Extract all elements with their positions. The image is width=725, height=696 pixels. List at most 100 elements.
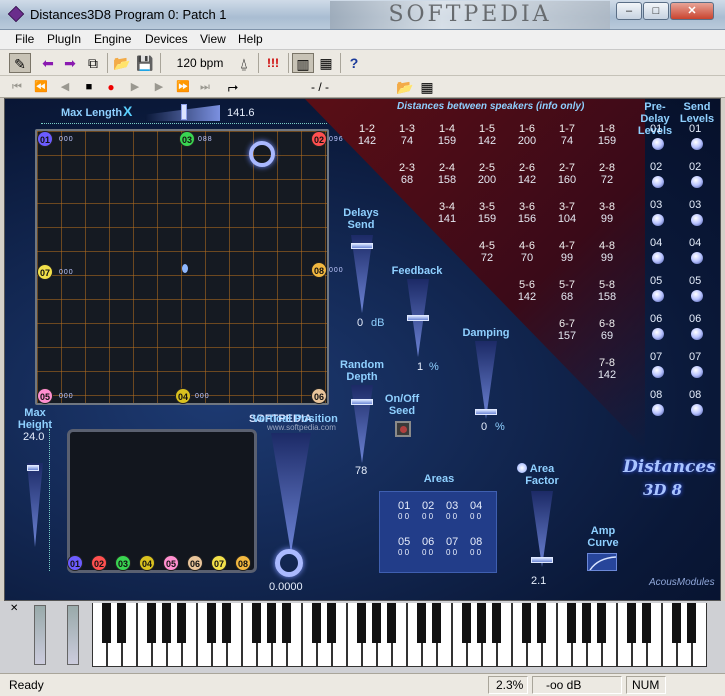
- area-item[interactable]: 06: [422, 536, 434, 548]
- open-folder-icon[interactable]: 📂: [112, 53, 132, 73]
- area-factor-slider[interactable]: [531, 491, 553, 567]
- predelay-level-knob-icon[interactable]: [652, 366, 664, 378]
- close-button[interactable]: ✕: [670, 2, 714, 20]
- black-key[interactable]: [147, 603, 156, 643]
- area-item[interactable]: 08: [470, 536, 482, 548]
- forward-arrow-icon[interactable]: ➡: [60, 53, 80, 73]
- black-key[interactable]: [477, 603, 486, 643]
- delays-send-handle[interactable]: [351, 243, 373, 249]
- area-factor-handle[interactable]: [531, 557, 553, 563]
- area-item[interactable]: 01: [398, 500, 410, 512]
- tempo-display[interactable]: 120 bpm: [170, 53, 230, 73]
- speaker-position-grid[interactable]: [35, 129, 329, 405]
- damping-slider[interactable]: [475, 341, 497, 419]
- open-folder-icon[interactable]: 📂: [396, 77, 414, 97]
- send-level-knob-icon[interactable]: [691, 404, 703, 416]
- black-key[interactable]: [492, 603, 501, 643]
- height-ring-icon[interactable]: [249, 141, 275, 167]
- max-length-handle[interactable]: [181, 104, 187, 120]
- area-item[interactable]: 03: [446, 500, 458, 512]
- black-key[interactable]: [537, 603, 546, 643]
- height-speaker-08[interactable]: 08: [235, 555, 251, 571]
- black-key[interactable]: [102, 603, 111, 643]
- height-speaker-04[interactable]: 04: [139, 555, 155, 571]
- height-speaker-01[interactable]: 01: [67, 555, 83, 571]
- loop-icon[interactable]: ⮣: [224, 77, 242, 97]
- black-key[interactable]: [207, 603, 216, 643]
- black-key[interactable]: [252, 603, 261, 643]
- random-depth-handle[interactable]: [351, 399, 373, 405]
- mod-wheel[interactable]: [67, 605, 79, 665]
- area-item[interactable]: 04: [470, 500, 482, 512]
- max-height-handle[interactable]: [27, 465, 39, 471]
- black-key[interactable]: [567, 603, 576, 643]
- areas-panel[interactable]: 01 0 0 05 0 0 02 0 0 06 0 0 03 0 0 07 0 0 04 0 0 08 0 0: [379, 491, 497, 573]
- vertical-position-slider[interactable]: [271, 433, 311, 553]
- black-key[interactable]: [312, 603, 321, 643]
- step-forward-icon[interactable]: ▶: [150, 77, 168, 97]
- pitch-wheel[interactable]: [34, 605, 46, 665]
- send-level-knob-icon[interactable]: [691, 138, 703, 150]
- listener-position[interactable]: [182, 264, 188, 273]
- amp-curve-button[interactable]: [587, 553, 617, 571]
- area-item[interactable]: 07: [446, 536, 458, 548]
- random-depth-slider[interactable]: [351, 385, 373, 463]
- area-item[interactable]: 05: [398, 536, 410, 548]
- predelay-level-knob-icon[interactable]: [652, 404, 664, 416]
- damping-handle[interactable]: [475, 409, 497, 415]
- close-keyboard-icon[interactable]: ✕: [10, 603, 18, 614]
- play-icon[interactable]: ▶: [126, 77, 144, 97]
- black-key[interactable]: [117, 603, 126, 643]
- height-view[interactable]: [67, 429, 257, 573]
- back-arrow-icon[interactable]: ⬅: [38, 53, 58, 73]
- record-icon[interactable]: ●: [102, 77, 120, 97]
- metronome-icon[interactable]: ⍙: [234, 53, 254, 73]
- black-key[interactable]: [267, 603, 276, 643]
- area-item[interactable]: 02: [422, 500, 434, 512]
- speaker-02[interactable]: 02: [311, 131, 327, 147]
- black-key[interactable]: [417, 603, 426, 643]
- height-speaker-03[interactable]: 03: [115, 555, 131, 571]
- send-level-knob-icon[interactable]: [691, 366, 703, 378]
- speaker-03[interactable]: 03: [179, 131, 195, 147]
- speaker-01[interactable]: 01: [37, 131, 53, 147]
- menu-help[interactable]: Help: [238, 32, 263, 46]
- menu-view[interactable]: View: [200, 32, 226, 46]
- send-level-knob-icon[interactable]: [691, 214, 703, 226]
- forward-end-icon[interactable]: ⏭: [196, 77, 214, 97]
- black-key[interactable]: [327, 603, 336, 643]
- black-key[interactable]: [162, 603, 171, 643]
- height-speaker-06[interactable]: 06: [187, 555, 203, 571]
- black-key[interactable]: [177, 603, 186, 643]
- black-key[interactable]: [642, 603, 651, 643]
- send-level-knob-icon[interactable]: [691, 328, 703, 340]
- rewind-start-icon[interactable]: ⏮: [8, 77, 26, 97]
- onoff-seed-toggle[interactable]: [395, 421, 411, 437]
- menu-devices[interactable]: Devices: [145, 32, 188, 46]
- maximize-button[interactable]: □: [643, 2, 669, 20]
- stop-icon[interactable]: ■: [80, 77, 98, 97]
- speaker-07[interactable]: 07: [37, 264, 53, 280]
- black-key[interactable]: [357, 603, 366, 643]
- predelay-level-knob-icon[interactable]: [652, 252, 664, 264]
- max-height-slider[interactable]: [27, 463, 43, 547]
- predelay-level-knob-icon[interactable]: [652, 214, 664, 226]
- black-key[interactable]: [372, 603, 381, 643]
- vertical-position-ring-icon[interactable]: [275, 549, 303, 577]
- height-speaker-02[interactable]: 02: [91, 555, 107, 571]
- menu-engine[interactable]: Engine: [94, 32, 131, 46]
- predelay-level-knob-icon[interactable]: [652, 176, 664, 188]
- speaker-05[interactable]: 05: [37, 388, 53, 404]
- rewind-icon[interactable]: ⏪: [32, 77, 50, 97]
- black-key[interactable]: [687, 603, 696, 643]
- black-key[interactable]: [627, 603, 636, 643]
- black-key[interactable]: [522, 603, 531, 643]
- black-key[interactable]: [387, 603, 396, 643]
- forward-icon[interactable]: ⏩: [174, 77, 192, 97]
- feedback-handle[interactable]: [407, 315, 429, 321]
- save-icon[interactable]: 💾: [135, 53, 155, 73]
- menu-file[interactable]: File: [15, 32, 34, 46]
- help-button[interactable]: ?: [344, 53, 364, 73]
- send-level-knob-icon[interactable]: [691, 252, 703, 264]
- predelay-level-knob-icon[interactable]: [652, 290, 664, 302]
